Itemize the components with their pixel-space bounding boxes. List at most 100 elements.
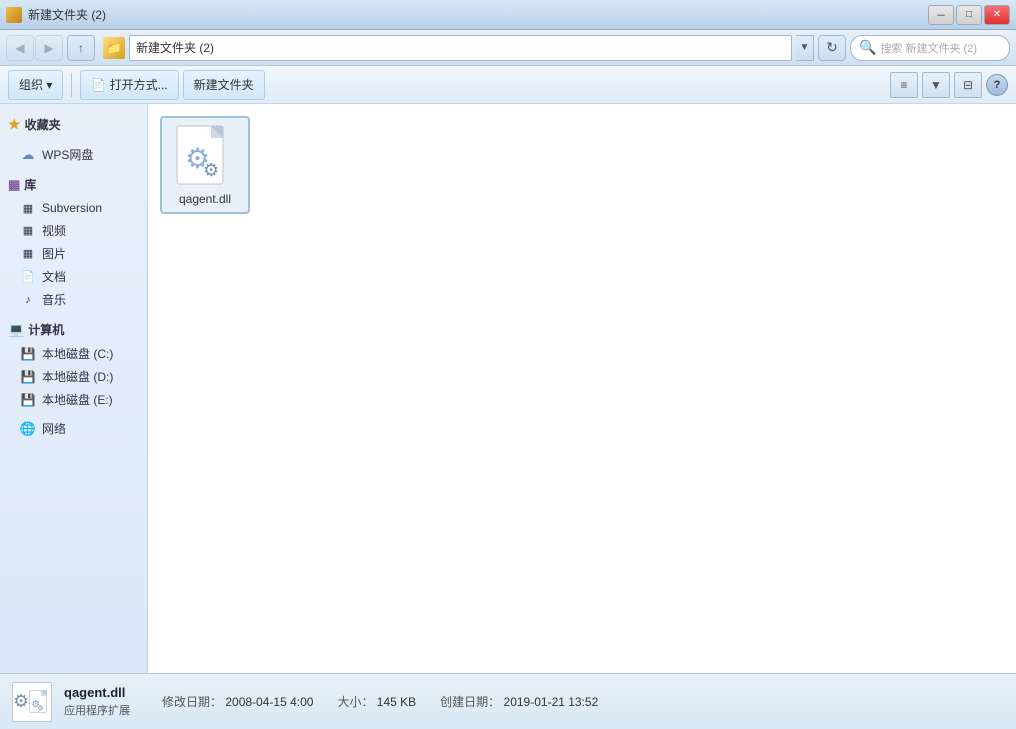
- back-button[interactable]: ◀: [6, 35, 34, 61]
- statusbar: ⚙ ⚙ qagent.dll 应用程序扩展 修改日期： 2008-04-15 4…: [0, 673, 1016, 729]
- forward-button[interactable]: ▶: [35, 35, 63, 61]
- file-name-qagent: qagent.dll: [179, 192, 231, 206]
- main-area: ★ 收藏夹 ☁ WPS网盘 ▦ 库 ▦ Subversion ▦ 视频: [0, 104, 1016, 673]
- cloud-icon: ☁: [20, 147, 36, 163]
- view-toggle-button[interactable]: ≡: [890, 72, 918, 98]
- network-icon: 🌐: [20, 421, 36, 437]
- sidebar-computer-label: 计算机: [28, 321, 64, 338]
- sidebar-computer-section: 💻 计算机 💾 本地磁盘 (C:) 💾 本地磁盘 (D:) 💾 本地磁盘 (E:…: [0, 317, 147, 411]
- sidebar-drive-c-label: 本地磁盘 (C:): [42, 345, 113, 362]
- sidebar-item-wps[interactable]: ☁ WPS网盘: [0, 143, 147, 166]
- svg-text:⚙: ⚙: [38, 703, 44, 711]
- titlebar-controls: － □ ✕: [928, 5, 1010, 25]
- up-button[interactable]: ↑: [67, 35, 95, 61]
- status-size: 大小： 145 KB: [337, 693, 416, 710]
- toolbar-right: ≡ ▼ ⊟ ?: [890, 72, 1008, 98]
- sidebar-item-music[interactable]: ♪ 音乐: [0, 288, 147, 311]
- drive-d-icon: 💾: [20, 369, 36, 385]
- status-filetype: 应用程序扩展: [64, 702, 130, 718]
- sidebar-drive-d-label: 本地磁盘 (D:): [42, 368, 113, 385]
- sidebar-music-label: 音乐: [42, 291, 66, 308]
- close-button[interactable]: ✕: [984, 5, 1010, 25]
- new-folder-button[interactable]: 新建文件夹: [183, 70, 265, 100]
- drive-e-icon: 💾: [20, 392, 36, 408]
- titlebar-left: 新建文件夹 (2): [6, 6, 106, 23]
- sidebar-doc-label: 文档: [42, 268, 66, 285]
- sidebar-network-section: 🌐 网络: [0, 417, 147, 440]
- sidebar: ★ 收藏夹 ☁ WPS网盘 ▦ 库 ▦ Subversion ▦ 视频: [0, 104, 148, 673]
- view-dropdown-button[interactable]: ▼: [922, 72, 950, 98]
- organize-label: 组织 ▾: [19, 76, 52, 93]
- status-size-value: 145 KB: [377, 695, 416, 709]
- status-modified-label: 修改日期：: [162, 695, 222, 709]
- address-folder-icon: 📁: [103, 37, 125, 59]
- sidebar-computer-header: 💻 计算机: [0, 317, 147, 342]
- sidebar-item-drive-c[interactable]: 💾 本地磁盘 (C:): [0, 342, 147, 365]
- status-created: 创建日期： 2019-01-21 13:52: [440, 693, 598, 710]
- sidebar-library-label: 库: [24, 176, 36, 193]
- sidebar-wps-section: ☁ WPS网盘: [0, 143, 147, 166]
- drive-c-icon: 💾: [20, 346, 36, 362]
- address-text: 新建文件夹 (2): [136, 39, 214, 56]
- content-area: ⚙ ⚙ qagent.dll: [148, 104, 1016, 673]
- file-icon-qagent: ⚙ ⚙: [173, 124, 237, 188]
- star-icon: ★: [8, 116, 21, 133]
- status-info: qagent.dll 应用程序扩展: [64, 685, 130, 718]
- status-meta: 修改日期： 2008-04-15 4:00 大小： 145 KB 创建日期： 2…: [162, 693, 598, 710]
- open-with-label: 📄 打开方式...: [91, 76, 167, 93]
- status-created-value: 2019-01-21 13:52: [504, 695, 599, 709]
- sidebar-library-section: ▦ 库 ▦ Subversion ▦ 视频 ▦ 图片 📄 文档 ♪ 音乐: [0, 172, 147, 311]
- sidebar-favorites-section: ★ 收藏夹: [0, 112, 147, 137]
- sidebar-item-doc[interactable]: 📄 文档: [0, 265, 147, 288]
- nav-group: ◀ ▶: [6, 35, 63, 61]
- status-created-label: 创建日期：: [440, 695, 500, 709]
- minimize-button[interactable]: －: [928, 5, 954, 25]
- help-button[interactable]: ?: [986, 74, 1008, 96]
- sidebar-item-image[interactable]: ▦ 图片: [0, 242, 147, 265]
- sidebar-video-label: 视频: [42, 222, 66, 239]
- doc-icon: 📄: [20, 269, 36, 285]
- music-icon: ♪: [20, 292, 36, 308]
- titlebar-title: 新建文件夹 (2): [28, 6, 106, 23]
- library-icon: ▦: [8, 177, 20, 193]
- status-filename: qagent.dll: [64, 685, 130, 700]
- computer-icon: 💻: [8, 322, 24, 338]
- addressbar: ◀ ▶ ↑ 📁 新建文件夹 (2) ▼ ↻ 🔍 搜索 新建文件夹 (2): [0, 30, 1016, 66]
- file-grid: ⚙ ⚙ qagent.dll: [160, 116, 1004, 214]
- sidebar-item-drive-e[interactable]: 💾 本地磁盘 (E:): [0, 388, 147, 411]
- sidebar-favorites-header: ★ 收藏夹: [0, 112, 147, 137]
- address-box[interactable]: 新建文件夹 (2): [129, 35, 792, 61]
- sidebar-image-label: 图片: [42, 245, 66, 262]
- sidebar-drive-e-label: 本地磁盘 (E:): [42, 391, 113, 408]
- pane-toggle-button[interactable]: ⊟: [954, 72, 982, 98]
- sidebar-item-video[interactable]: ▦ 视频: [0, 219, 147, 242]
- sidebar-network-label: 网络: [42, 420, 66, 437]
- address-dropdown[interactable]: ▼: [796, 35, 814, 61]
- search-box[interactable]: 🔍 搜索 新建文件夹 (2): [850, 35, 1010, 61]
- video-icon: ▦: [20, 223, 36, 239]
- sidebar-item-drive-d[interactable]: 💾 本地磁盘 (D:): [0, 365, 147, 388]
- status-modified-value: 2008-04-15 4:00: [225, 695, 313, 709]
- toolbar: 组织 ▾ 📄 打开方式... 新建文件夹 ≡ ▼ ⊟ ?: [0, 66, 1016, 104]
- refresh-button[interactable]: ↻: [818, 35, 846, 61]
- new-folder-label: 新建文件夹: [194, 76, 254, 93]
- sidebar-favorites-label: 收藏夹: [25, 116, 61, 133]
- titlebar: 新建文件夹 (2) － □ ✕: [0, 0, 1016, 30]
- sidebar-item-network[interactable]: 🌐 网络: [0, 417, 147, 440]
- image-icon: ▦: [20, 246, 36, 262]
- sidebar-item-subversion[interactable]: ▦ Subversion: [0, 197, 147, 219]
- status-size-label: 大小：: [337, 695, 373, 709]
- open-with-button[interactable]: 📄 打开方式...: [80, 70, 178, 100]
- subversion-icon: ▦: [20, 200, 36, 216]
- titlebar-folder-icon: [6, 7, 22, 23]
- file-item-qagent[interactable]: ⚙ ⚙ qagent.dll: [160, 116, 250, 214]
- status-modified: 修改日期： 2008-04-15 4:00: [162, 693, 313, 710]
- sidebar-wps-label: WPS网盘: [42, 146, 93, 163]
- sidebar-library-header: ▦ 库: [0, 172, 147, 197]
- search-placeholder: 搜索 新建文件夹 (2): [880, 40, 977, 56]
- maximize-button[interactable]: □: [956, 5, 982, 25]
- organize-button[interactable]: 组织 ▾: [8, 70, 63, 100]
- svg-text:⚙: ⚙: [203, 160, 219, 180]
- search-icon: 🔍: [859, 39, 876, 56]
- toolbar-separator: [71, 73, 72, 97]
